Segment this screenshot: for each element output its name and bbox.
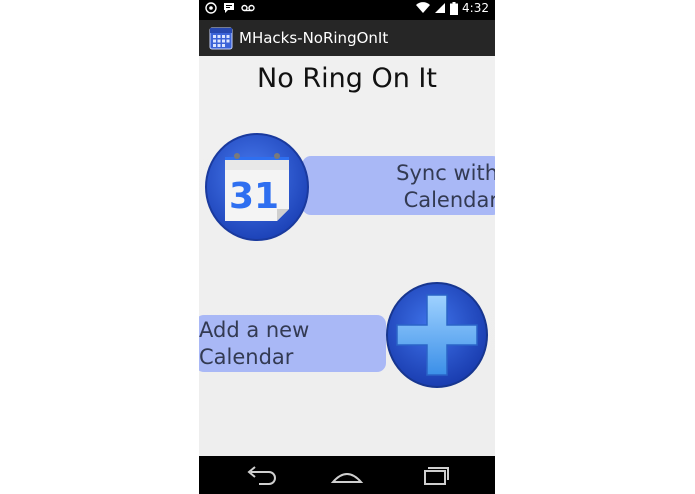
add-calendar-button[interactable]: Add a new Calendar [199, 315, 386, 372]
action-bar: MHacks-NoRingOnIt [199, 20, 495, 57]
hangouts-icon [205, 2, 217, 14]
calendar-icon-day: 31 [229, 176, 279, 217]
recents-icon[interactable] [415, 464, 455, 486]
phone-screen: 4:32 MHacks-NoRingOnIt No Ring On It Syn… [199, 0, 495, 494]
voicemail-icon [241, 4, 255, 12]
signal-icon [435, 3, 446, 13]
status-system: 4:32 [416, 1, 489, 15]
main-content: No Ring On It Sync with Calendar 31 Add … [199, 56, 495, 456]
plus-icon[interactable] [385, 281, 489, 389]
home-icon[interactable] [327, 464, 367, 486]
add-calendar-label: Add a new Calendar [199, 318, 310, 369]
app-title: MHacks-NoRingOnIt [239, 29, 389, 47]
sync-calendar-label: Sync with Calendar [396, 161, 495, 212]
battery-icon [450, 1, 459, 15]
status-bar: 4:32 [199, 0, 495, 20]
talk-icon [224, 3, 234, 13]
calendar-icon[interactable]: 31 [205, 131, 309, 241]
status-notifications [205, 2, 255, 14]
app-calendar-icon[interactable] [209, 26, 233, 50]
back-icon[interactable] [241, 464, 281, 486]
wifi-icon [416, 2, 431, 14]
page-title: No Ring On It [257, 63, 437, 94]
status-time: 4:32 [462, 1, 489, 15]
sync-calendar-button[interactable]: Sync with Calendar [302, 156, 495, 215]
navigation-bar [199, 456, 495, 494]
